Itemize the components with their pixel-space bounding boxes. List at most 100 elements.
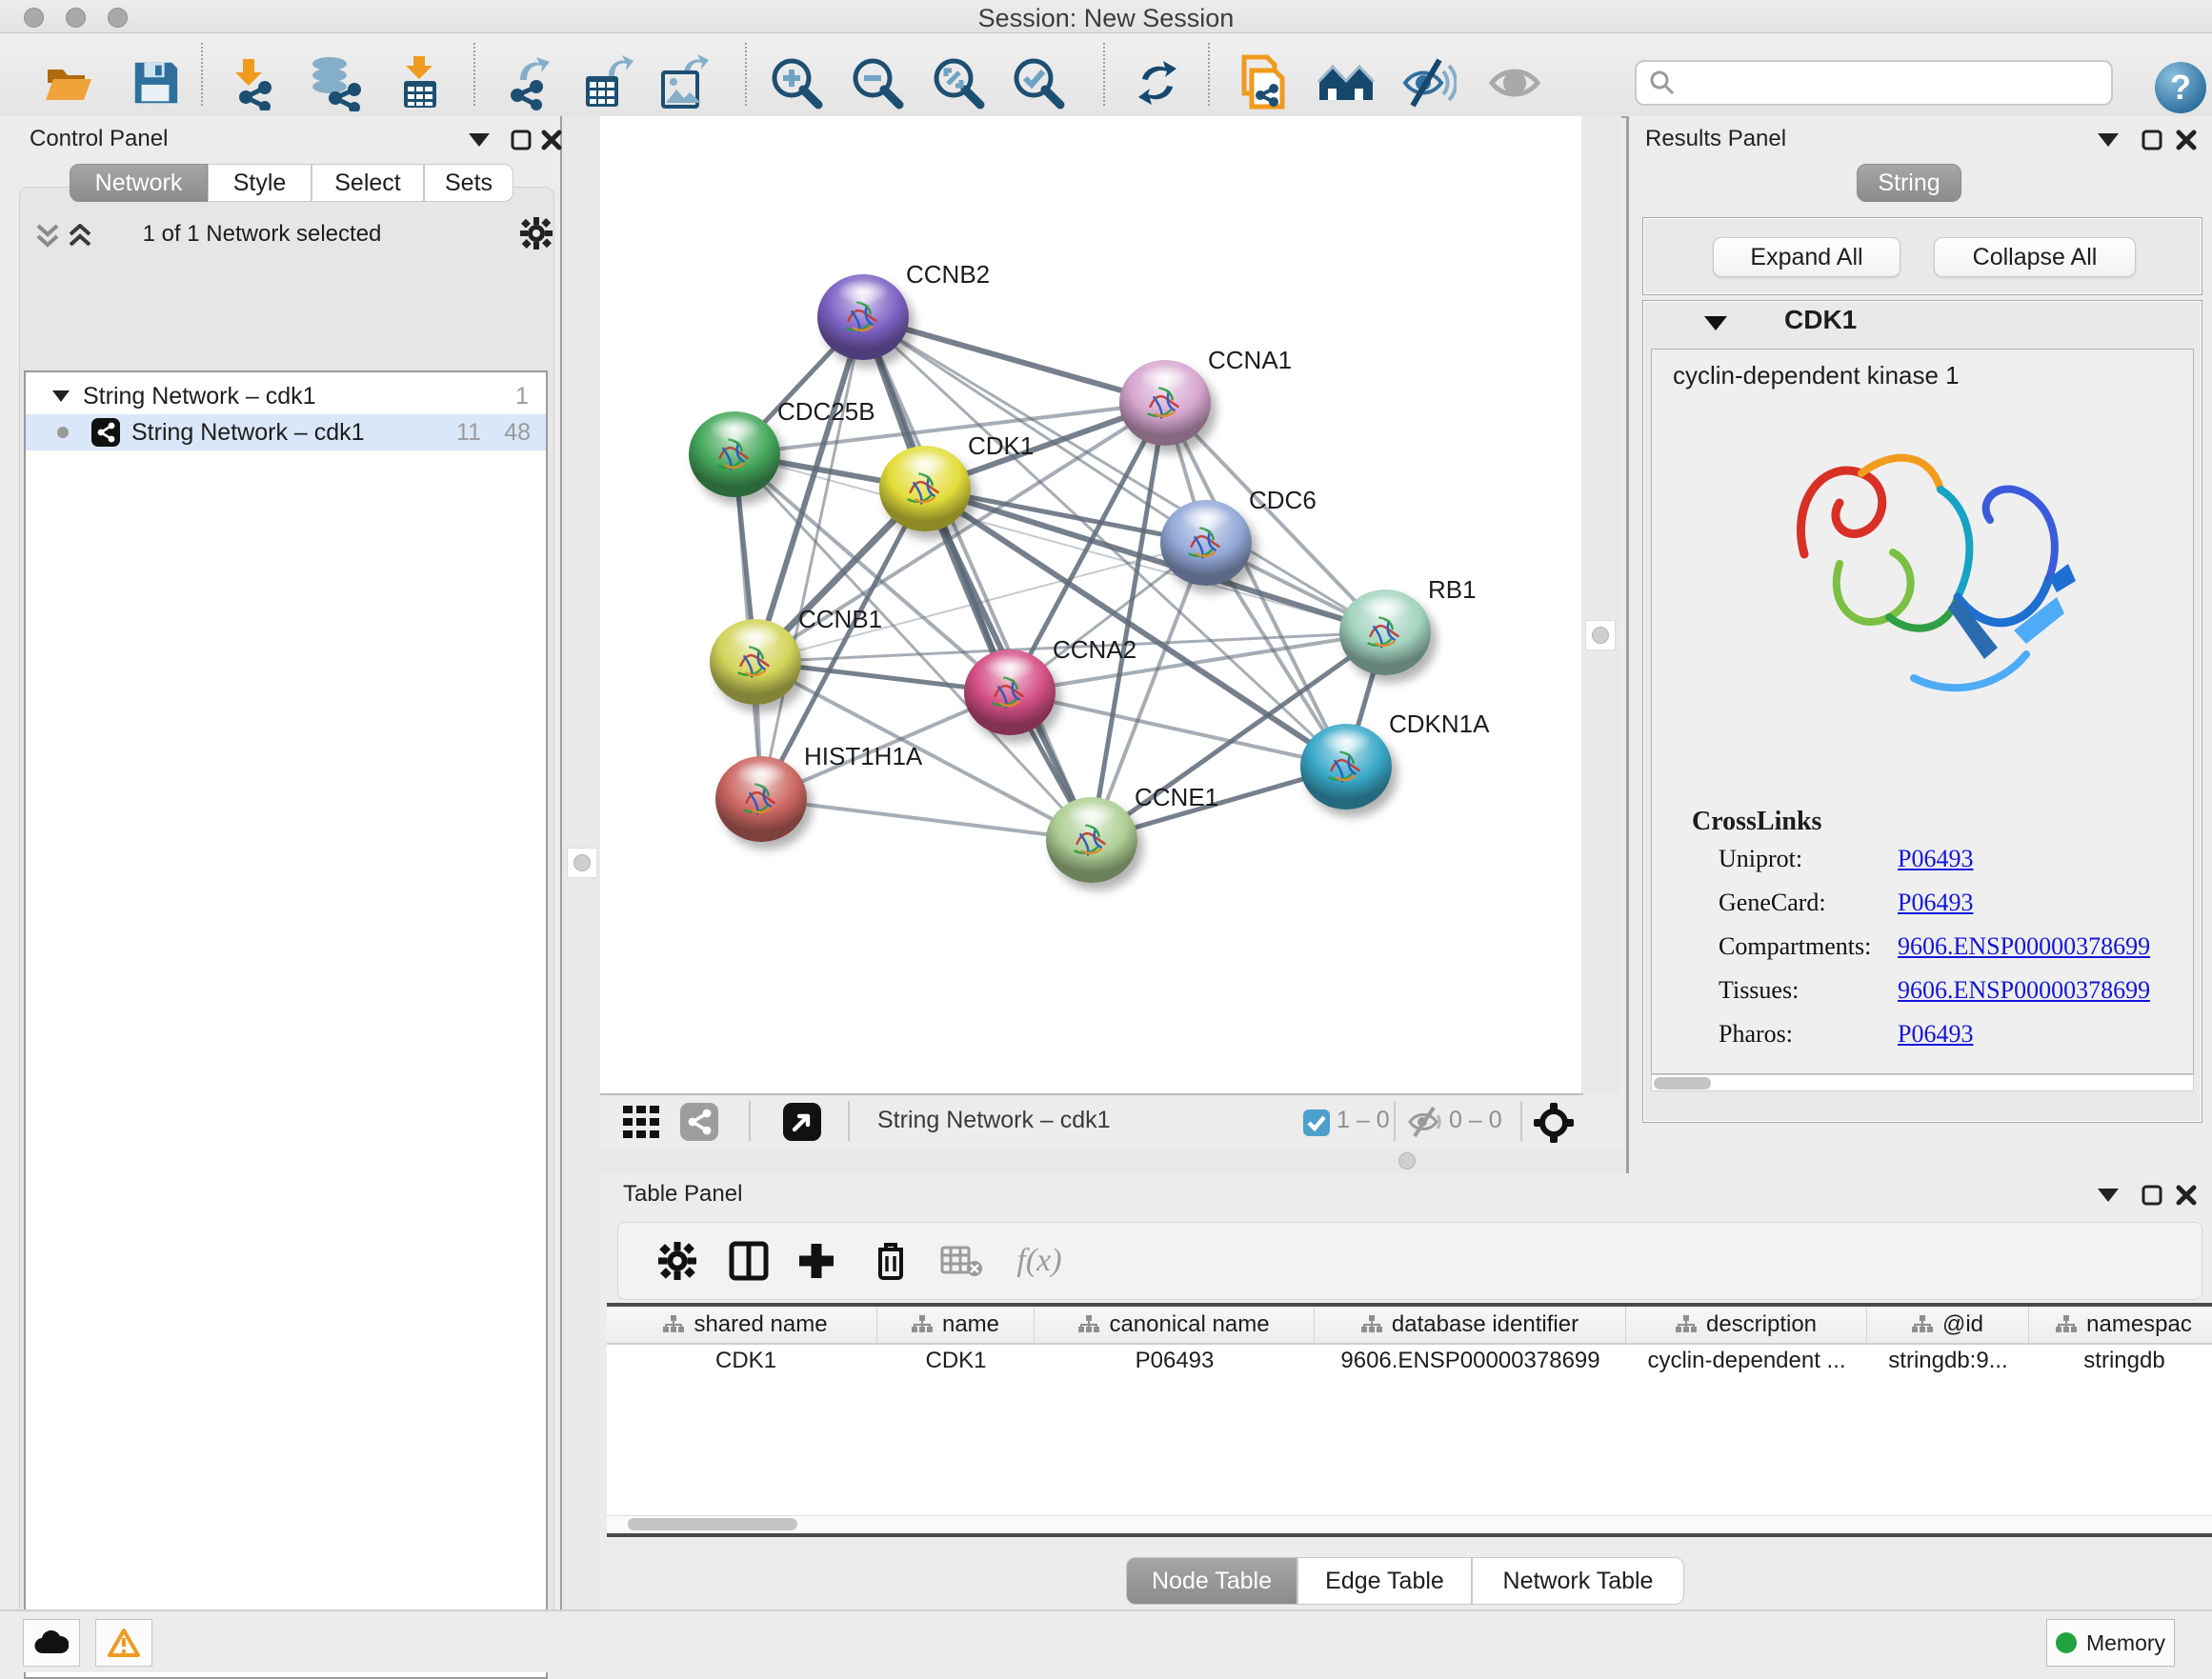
edge-CCNA1-CDKN1A[interactable] (1165, 403, 1346, 767)
tab-network-table[interactable]: Network Table (1472, 1557, 1684, 1605)
table-cell-1[interactable]: CDK1 (877, 1345, 1035, 1377)
node-CCNE1[interactable] (1046, 797, 1137, 883)
table-cell-2[interactable]: P06493 (1035, 1345, 1315, 1377)
column-header-database-identifier[interactable]: database identifier (1315, 1307, 1626, 1343)
warning-status-button[interactable] (95, 1619, 152, 1667)
memory-button[interactable]: Memory (2046, 1619, 2175, 1667)
expand-all-networks-icon[interactable] (69, 224, 91, 253)
eye-button[interactable] (1483, 51, 1546, 114)
network-share-view-icon[interactable] (680, 1103, 718, 1146)
results-panel-close-icon[interactable] (2172, 128, 2201, 152)
results-hscrollbar[interactable] (1651, 1074, 2194, 1091)
table-cell-5[interactable]: stringdb:9... (1867, 1345, 2029, 1377)
table-cell-4[interactable]: cyclin-dependent ... (1626, 1345, 1867, 1377)
table-panel-float-icon[interactable] (2138, 1183, 2166, 1208)
expand-all-button[interactable]: Expand All (1713, 237, 1900, 277)
collapse-all-networks-icon[interactable] (36, 224, 59, 253)
node-CDC25B[interactable] (689, 411, 780, 497)
zoom-in-button[interactable] (765, 51, 828, 114)
node-CDKN1A[interactable] (1300, 724, 1392, 810)
gene-collapse-icon[interactable] (1704, 316, 1727, 335)
show-hide-graphics-button[interactable] (1398, 51, 1460, 114)
network-options-gear-icon[interactable] (520, 217, 553, 254)
column-header-namespac[interactable]: namespac (2029, 1307, 2212, 1343)
tab-network[interactable]: Network (70, 164, 208, 202)
zoom-fit-button[interactable] (927, 51, 990, 114)
import-network-database-button[interactable] (302, 51, 365, 114)
table-hscrollbar[interactable] (607, 1515, 2212, 1533)
tab-select[interactable]: Select (312, 164, 424, 202)
tab-sets[interactable]: Sets (424, 164, 513, 202)
export-network-button[interactable] (497, 51, 560, 114)
node-CDK1[interactable] (879, 446, 971, 531)
crosslink-link[interactable]: P06493 (1898, 845, 1973, 873)
table-hscrollbar-thumb[interactable] (628, 1518, 797, 1530)
crosslink-link[interactable]: 9606.ENSP00000378699 (1898, 976, 2150, 1005)
edge-HIST1H1A-CCNE1[interactable] (761, 799, 1092, 840)
crosslink-link[interactable]: P06493 (1898, 1020, 1973, 1049)
horizontal-divider-handle[interactable] (1393, 1147, 1421, 1175)
export-table-button[interactable] (574, 51, 637, 114)
export-image-button[interactable] (652, 51, 714, 114)
control-panel-collapse-icon[interactable] (465, 128, 493, 152)
add-column-icon[interactable] (790, 1234, 843, 1288)
zoom-out-button[interactable] (846, 51, 909, 114)
column-header--id[interactable]: @id (1867, 1307, 2029, 1343)
cloud-status-button[interactable] (23, 1619, 80, 1667)
node-RB1[interactable] (1339, 590, 1431, 675)
network-tree-child-row[interactable]: String Network – cdk1 11 48 (26, 414, 546, 450)
open-session-button[interactable] (37, 51, 100, 114)
crosslink-link[interactable]: P06493 (1898, 889, 1973, 917)
node-CCNA1[interactable] (1119, 360, 1211, 446)
column-header-shared-name[interactable]: shared name (614, 1307, 877, 1343)
refresh-button[interactable] (1126, 51, 1189, 114)
node-HIST1H1A[interactable] (715, 756, 807, 842)
left-divider-handle[interactable] (567, 848, 597, 878)
grid-view-icon[interactable] (623, 1106, 661, 1143)
right-divider-handle[interactable] (1585, 620, 1616, 650)
node-CCNA2[interactable] (964, 650, 1056, 735)
control-panel-float-icon[interactable] (507, 128, 535, 152)
search-input[interactable] (1684, 65, 2111, 101)
copy-network-button[interactable] (1232, 51, 1295, 114)
node-CCNB1[interactable] (710, 619, 801, 705)
edge-CCNA2-CDKN1A[interactable] (1010, 692, 1346, 767)
import-table-file-button[interactable] (388, 51, 451, 114)
table-panel-close-icon[interactable] (2172, 1183, 2201, 1208)
delete-column-icon[interactable] (864, 1234, 917, 1288)
table-cell-6[interactable]: stringdb (2029, 1345, 2212, 1377)
right-split-divider[interactable] (1581, 116, 1621, 1093)
tab-edge-table[interactable]: Edge Table (1297, 1557, 1472, 1605)
edge-CCNB2-HIST1H1A[interactable] (761, 317, 863, 799)
results-panel-collapse-icon[interactable] (2094, 128, 2122, 152)
table-cell-3[interactable]: 9606.ENSP00000378699 (1315, 1345, 1626, 1377)
column-header-canonical-name[interactable]: canonical name (1035, 1307, 1315, 1343)
network-canvas[interactable]: CCNB2CCNA1CDC25BCDK1CDC6RB1CCNB1CCNA2HIS… (600, 116, 1581, 1093)
show-overview-button[interactable] (1315, 51, 1377, 114)
results-panel-float-icon[interactable] (2138, 128, 2166, 152)
node-CDC6[interactable] (1160, 500, 1252, 586)
tab-node-table[interactable]: Node Table (1126, 1557, 1297, 1605)
tree-expand-icon[interactable] (52, 390, 70, 402)
tab-style[interactable]: Style (208, 164, 312, 202)
import-network-file-button[interactable] (218, 51, 281, 114)
table-options-gear-icon[interactable] (651, 1234, 704, 1288)
fit-crosshair-icon[interactable] (1534, 1103, 1574, 1148)
birdseye-view-icon[interactable] (783, 1103, 821, 1146)
table-panel-collapse-icon[interactable] (2094, 1183, 2122, 1208)
column-header-description[interactable]: description (1626, 1307, 1867, 1343)
node-CCNB2[interactable] (817, 274, 909, 360)
show-columns-icon[interactable] (722, 1234, 775, 1288)
tab-string[interactable]: String (1857, 164, 1961, 202)
column-header-name[interactable]: name (877, 1307, 1035, 1343)
collapse-all-button[interactable]: Collapse All (1934, 237, 2136, 277)
selected-checkbox-icon[interactable] (1303, 1109, 1330, 1141)
help-button[interactable]: ? (2155, 62, 2206, 113)
results-hscrollbar-thumb[interactable] (1654, 1077, 1711, 1089)
table-cell-0[interactable]: CDK1 (614, 1345, 877, 1377)
crosslink-link[interactable]: 9606.ENSP00000378699 (1898, 932, 2150, 961)
zoom-selected-button[interactable] (1007, 51, 1070, 114)
save-session-button[interactable] (124, 51, 187, 114)
left-split-divider[interactable] (562, 116, 600, 1609)
network-tree-root-row[interactable]: String Network – cdk1 1 (26, 378, 546, 414)
